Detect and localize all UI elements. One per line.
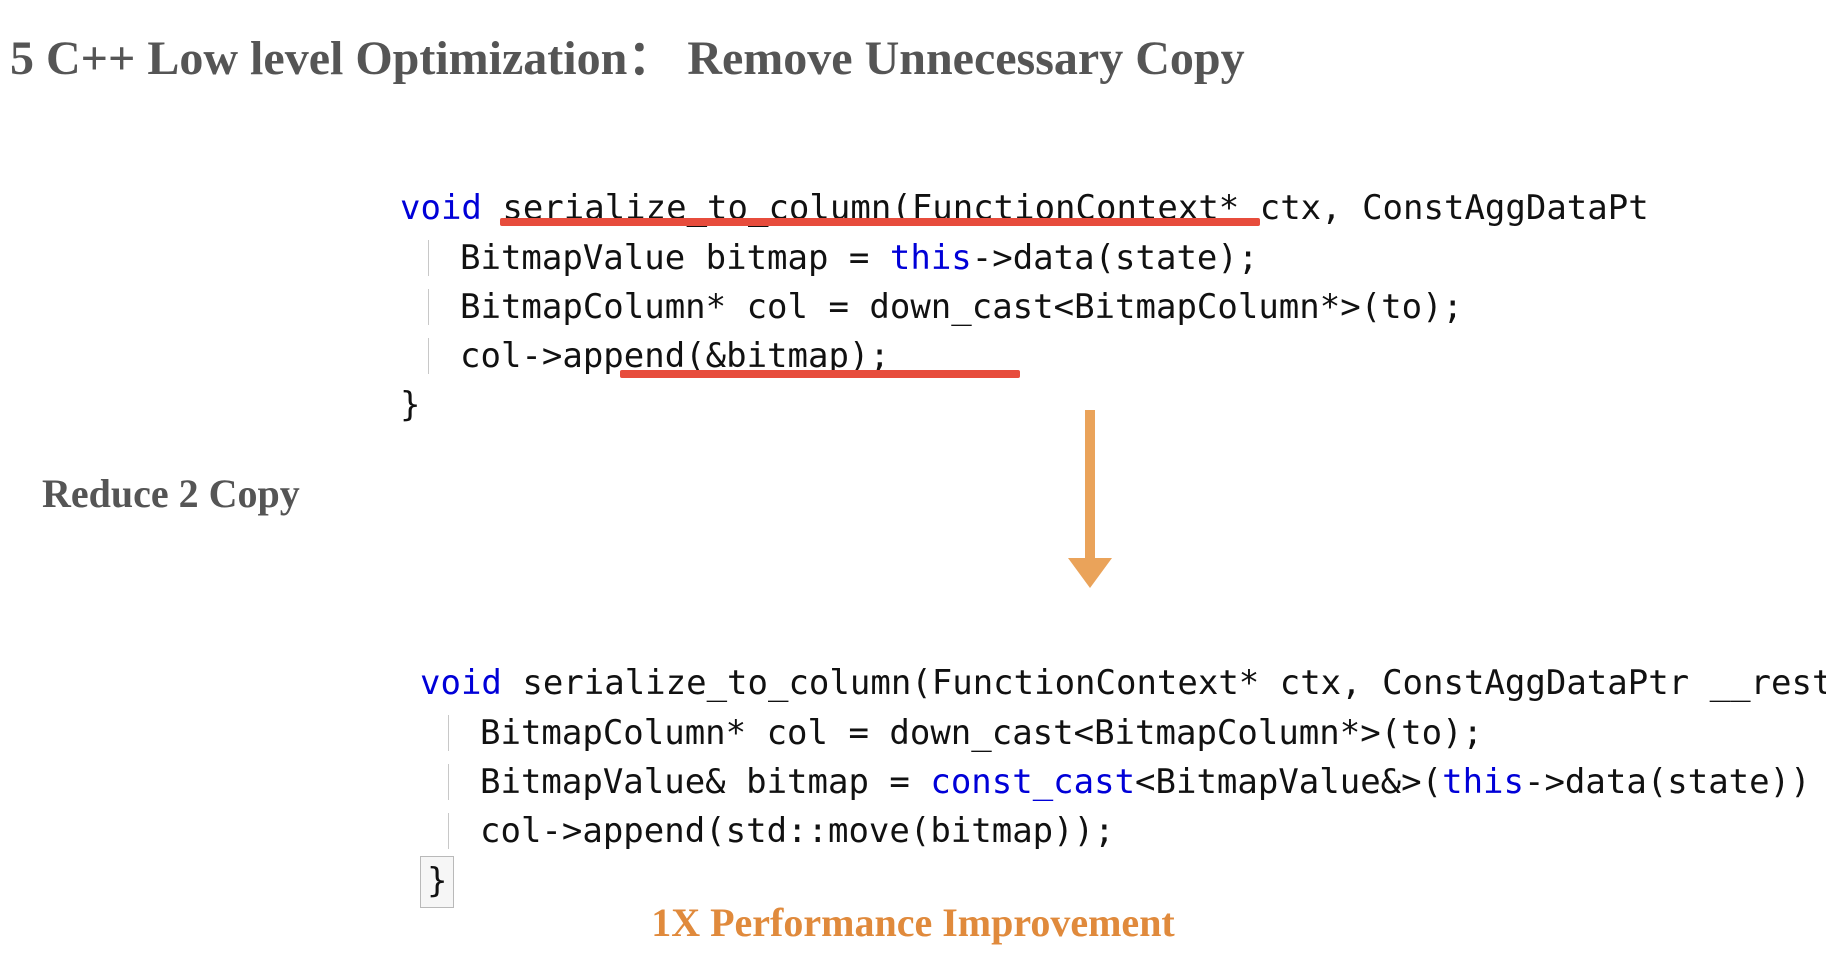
code-line-2: BitmapColumn* col = down_cast<BitmapColu… [420,713,1483,753]
code-line-5: } [420,861,454,901]
code-block-after: void serialize_to_column(FunctionContext… [420,610,1826,908]
code-line-3: BitmapColumn* col = down_cast<BitmapColu… [400,287,1463,327]
keyword-this: this [1442,762,1524,802]
code-line-5: } [400,385,420,425]
code-text: BitmapColumn* col = down_cast<BitmapColu… [460,287,1463,327]
slide: 5 C++ Low level Optimization： Remove Unn… [0,0,1826,976]
code-text: col->append(std::move(bitmap)); [480,811,1115,851]
code-text: serialize_to_column(FunctionContext* ctx… [502,663,1826,703]
performance-improvement-label: 1X Performance Improvement [0,899,1826,946]
keyword-this: this [890,238,972,278]
keyword-const-cast: const_cast [930,762,1135,802]
subheading-reduce-copy: Reduce 2 Copy [42,470,300,517]
code-text: BitmapColumn* col = down_cast<BitmapColu… [480,713,1483,753]
code-text: BitmapValue bitmap = [460,238,890,278]
code-line-1: void serialize_to_column(FunctionContext… [420,663,1826,703]
code-text: ->data(state); [972,238,1259,278]
keyword-void: void [400,188,482,228]
code-line-3: BitmapValue& bitmap = const_cast<BitmapV… [420,762,1811,802]
code-text: ->data(state)) [1524,762,1811,802]
code-text: } [400,385,420,425]
code-line-4: col->append(std::move(bitmap)); [420,811,1115,851]
code-line-2: BitmapValue bitmap = this->data(state); [400,238,1258,278]
code-block-before: void serialize_to_column(FunctionContext… [400,135,1649,431]
code-text: <BitmapValue&>( [1135,762,1442,802]
keyword-void: void [420,663,502,703]
red-underline-2 [620,370,1020,378]
red-underline-1 [500,218,1260,226]
slide-title: 5 C++ Low level Optimization： Remove Unn… [10,18,1245,88]
arrow-down-icon [1085,410,1095,560]
code-text: BitmapValue& bitmap = [480,762,930,802]
